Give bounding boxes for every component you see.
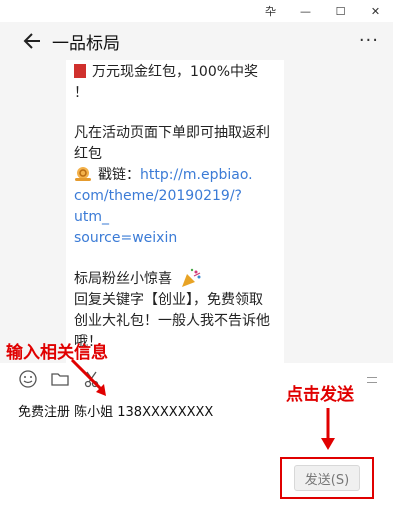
maximize-icon[interactable]: ☐ <box>329 5 353 18</box>
red-envelope-icon <box>74 64 86 78</box>
window-controls: 卆 — ☐ ✕ <box>253 0 393 22</box>
chat-header: 一品标局 ··· <box>0 22 393 60</box>
pin-icon[interactable]: 卆 <box>259 3 283 19</box>
promo-link[interactable]: com/theme/20190219/?utm_ <box>74 186 276 228</box>
diagonal-arrow-icon <box>70 358 106 396</box>
message-line: 标局粉丝小惊喜 <box>74 268 276 290</box>
message-bubble: 万元现金红包，100%中奖 ！ 凡在活动页面下单即可抽取返利 红包 戳链：htt… <box>66 60 284 363</box>
send-hint-annotation: 点击发送 <box>286 385 354 405</box>
promo-link[interactable]: http://m.epbiao. <box>140 167 253 183</box>
chat-title: 一品标局 <box>52 33 120 54</box>
snail-icon <box>75 167 91 181</box>
message-line: ！ <box>74 85 88 101</box>
more-options-icon[interactable]: ··· <box>359 32 379 50</box>
message-line: 万元现金红包，100%中奖 <box>74 62 276 83</box>
folder-icon[interactable] <box>50 369 70 389</box>
message-line: 凡在活动页面下单即可抽取返利 <box>74 125 270 141</box>
down-arrow-icon <box>321 408 335 450</box>
close-icon[interactable]: ✕ <box>364 5 388 18</box>
message-line: 回复关键字【创业】，免费领取 <box>74 292 263 308</box>
message-line: 戳链：http://m.epbiao. <box>74 165 276 186</box>
chat-messages[interactable]: 万元现金红包，100%中奖 ！ 凡在活动页面下单即可抽取返利 红包 戳链：htt… <box>0 60 393 363</box>
emoji-icon[interactable] <box>18 369 38 389</box>
send-button[interactable]: 发送(S) <box>294 465 360 491</box>
link-label: 戳链： <box>98 167 140 183</box>
minimize-icon[interactable]: — <box>294 5 318 18</box>
promo-link[interactable]: source=weixin <box>74 228 276 249</box>
send-highlight-box: 发送(S) <box>280 457 374 499</box>
back-arrow-icon[interactable] <box>22 30 44 52</box>
message-line: 红包 <box>74 146 102 162</box>
party-popper-icon <box>182 268 201 287</box>
scroll-handle[interactable] <box>367 377 377 383</box>
message-line: 创业大礼包！一般人我不告诉他 <box>74 313 270 329</box>
